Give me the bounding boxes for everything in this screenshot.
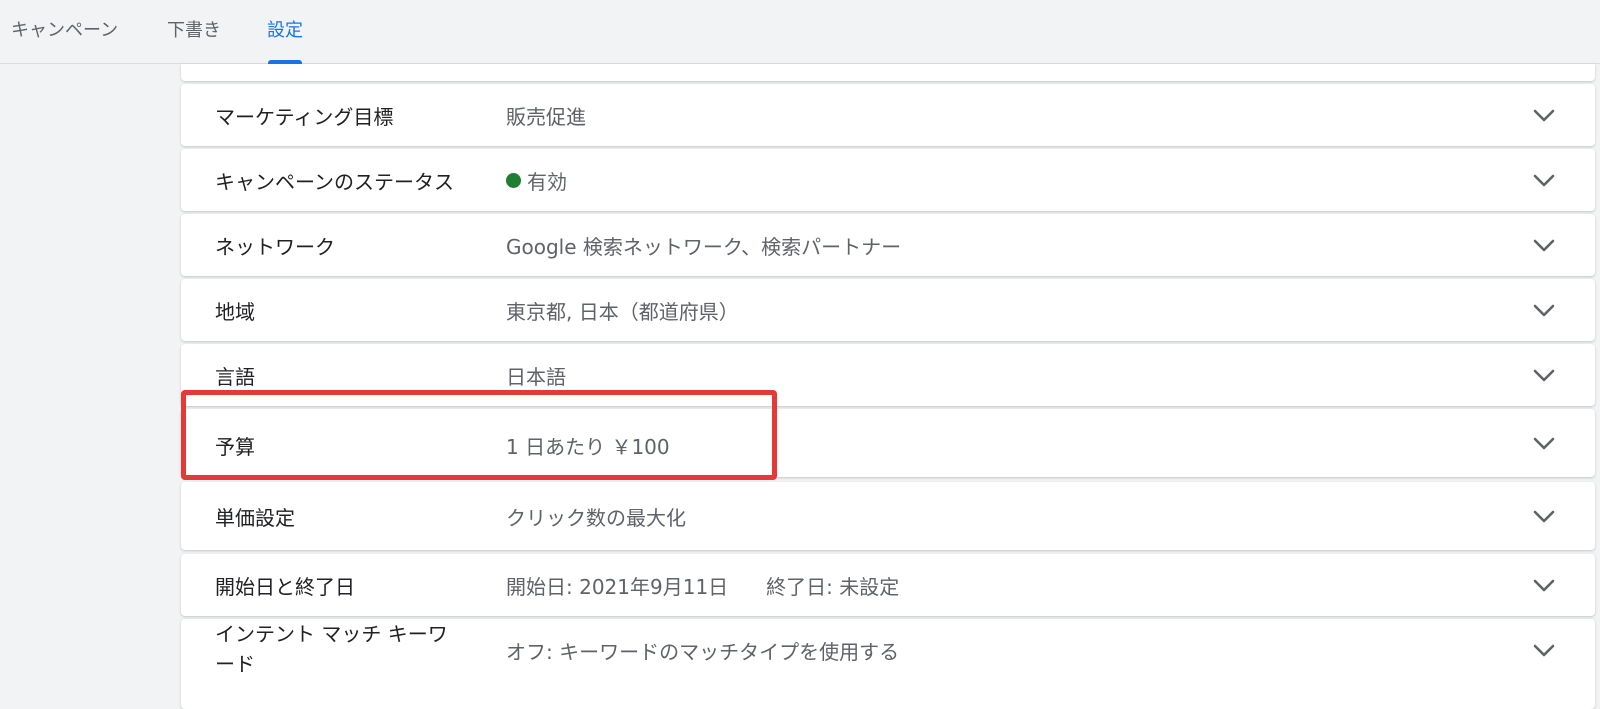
- setting-label: 地域: [215, 300, 255, 324]
- setting-value-text: Google 検索ネットワーク、検索パートナー: [506, 235, 902, 259]
- chevron-down-icon[interactable]: [1531, 362, 1557, 388]
- setting-label: ネットワーク: [215, 235, 335, 259]
- setting-value-text: クリック数の最大化: [506, 506, 686, 530]
- setting-row-network[interactable]: ネットワーク Google 検索ネットワーク、検索パートナー: [181, 214, 1595, 276]
- tab-campaigns[interactable]: キャンペーン: [11, 0, 118, 64]
- status-active-dot: [506, 173, 521, 188]
- setting-label-line-2: ード: [215, 652, 255, 676]
- setting-row-languages[interactable]: 言語 日本語: [181, 344, 1595, 406]
- setting-value: オフ: キーワードのマッチタイプを使用する: [506, 636, 899, 665]
- chevron-down-icon[interactable]: [1531, 572, 1557, 598]
- setting-label: 予算: [215, 435, 255, 459]
- tab-settings-label: 設定: [267, 20, 303, 41]
- setting-value-text: 東京都, 日本（都道府県）: [506, 300, 739, 324]
- chevron-down-icon[interactable]: [1531, 232, 1557, 258]
- setting-value: 日本語: [506, 361, 566, 390]
- setting-row-bidding[interactable]: 単価設定 クリック数の最大化: [181, 482, 1595, 550]
- chevron-down-icon[interactable]: [1531, 637, 1557, 663]
- setting-label: マーケティング目標: [215, 105, 394, 129]
- setting-row-start-end-dates[interactable]: 開始日と終了日 開始日: 2021年9月11日 終了日: 未設定: [181, 554, 1595, 616]
- start-date-text: 開始日: 2021年9月11日: [506, 575, 729, 599]
- chevron-down-icon[interactable]: [1531, 503, 1557, 529]
- tab-campaigns-label: キャンペーン: [11, 20, 119, 41]
- setting-value: クリック数の最大化: [506, 502, 686, 531]
- setting-label-line-1: インテント マッチ キーワ: [215, 622, 448, 646]
- setting-value: 販売促進: [506, 101, 586, 130]
- setting-value-text: 1 日あたり ￥100: [506, 435, 670, 459]
- setting-value: 開始日: 2021年9月11日 終了日: 未設定: [506, 571, 899, 600]
- setting-value-text: 有効: [527, 170, 567, 194]
- setting-row-budget[interactable]: 予算 1 日あたり ￥100: [181, 409, 1595, 477]
- campaign-settings-panel: マーケティング目標 販売促進 キャンペーンのステータス 有効 ネットワーク Go…: [181, 64, 1595, 709]
- setting-value: Google 検索ネットワーク、検索パートナー: [506, 231, 901, 260]
- setting-row-marketing-objective[interactable]: マーケティング目標 販売促進: [181, 84, 1595, 146]
- setting-label: キャンペーンのステータス: [215, 170, 454, 194]
- previous-setting-row: [181, 64, 1595, 81]
- chevron-down-icon[interactable]: [1531, 430, 1557, 456]
- setting-value-text: オフ: キーワードのマッチタイプを使用する: [506, 640, 900, 664]
- setting-row-campaign-status[interactable]: キャンペーンのステータス 有効: [181, 149, 1595, 211]
- chevron-down-icon[interactable]: [1531, 102, 1557, 128]
- chevron-down-icon[interactable]: [1531, 167, 1557, 193]
- setting-value: 有効: [506, 166, 567, 195]
- setting-value: 1 日あたり ￥100: [506, 431, 670, 460]
- tab-drafts-label: 下書き: [167, 20, 221, 41]
- tab-settings[interactable]: 設定: [267, 0, 303, 64]
- setting-label: 言語: [215, 365, 255, 389]
- setting-row-intent-match-keywords[interactable]: インテント マッチ キーワ ード オフ: キーワードのマッチタイプを使用する: [181, 619, 1595, 709]
- chevron-down-icon[interactable]: [1531, 297, 1557, 323]
- setting-value-text: 日本語: [506, 365, 566, 389]
- setting-row-locations[interactable]: 地域 東京都, 日本（都道府県）: [181, 279, 1595, 341]
- tab-drafts[interactable]: 下書き: [167, 0, 221, 64]
- setting-label: 単価設定: [215, 506, 295, 530]
- end-date-text: 終了日: 未設定: [766, 575, 900, 599]
- setting-value: 東京都, 日本（都道府県）: [506, 296, 739, 325]
- setting-value-text: 販売促進: [506, 105, 586, 129]
- setting-label: インテント マッチ キーワ ード: [215, 619, 448, 679]
- top-tab-bar: キャンペーン 下書き 設定: [0, 0, 1600, 64]
- setting-label: 開始日と終了日: [215, 575, 355, 599]
